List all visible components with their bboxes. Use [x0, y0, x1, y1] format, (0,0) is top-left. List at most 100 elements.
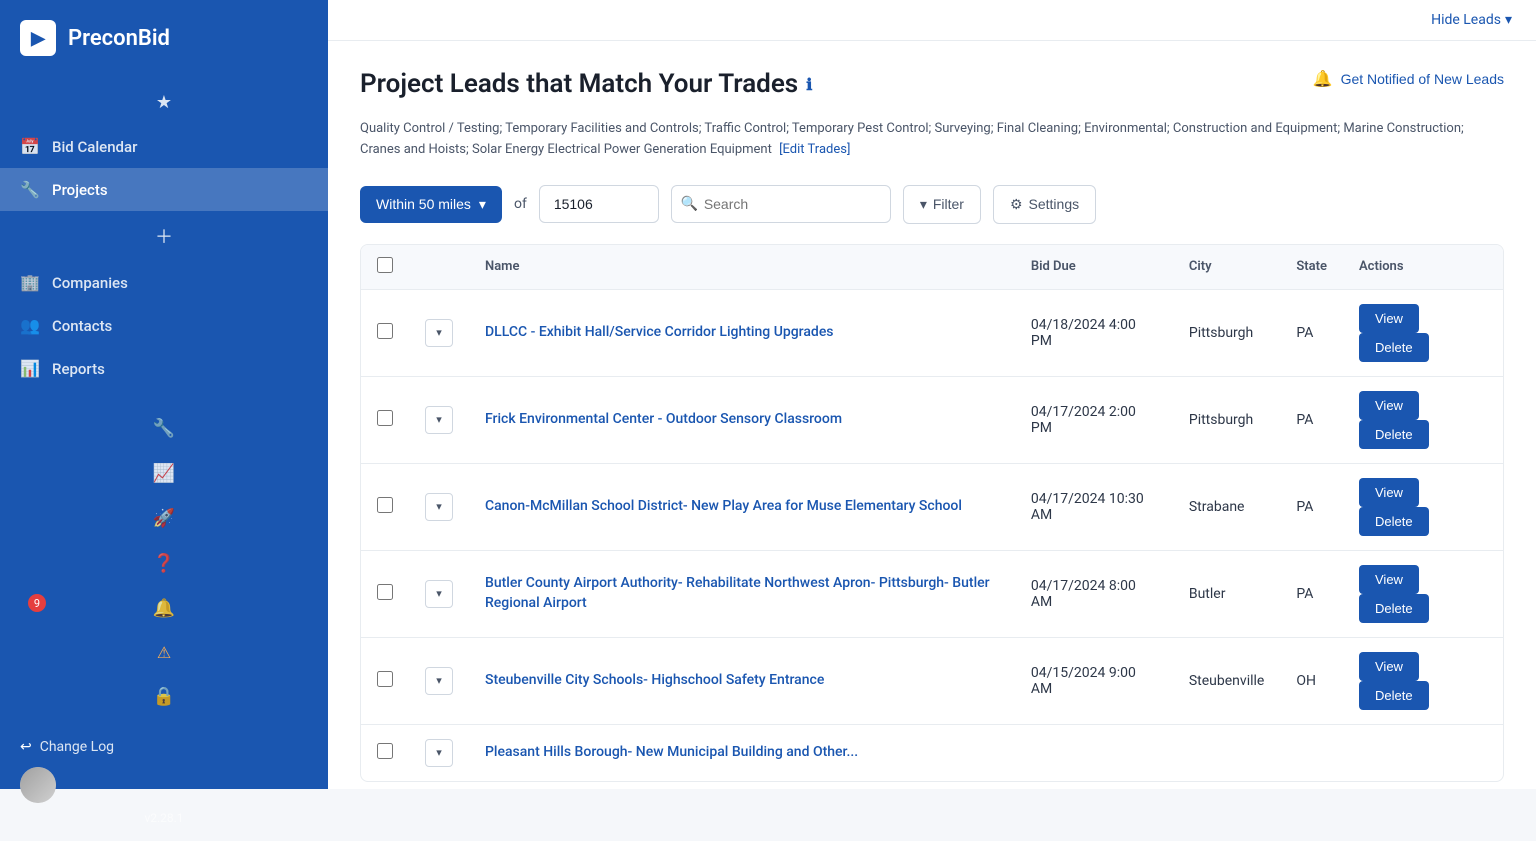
leads-table-wrap: Name Bid Due City State Actions [360, 244, 1504, 782]
table-row: ▾ Frick Environmental Center - Outdoor S… [361, 376, 1503, 463]
view-button[interactable]: View [1359, 478, 1419, 507]
delete-button[interactable]: Delete [1359, 681, 1429, 710]
row-name-cell: Pleasant Hills Borough- New Municipal Bu… [469, 724, 1015, 781]
row-checkbox[interactable] [377, 743, 393, 759]
table-row: ▾ Canon-McMillan School District- New Pl… [361, 463, 1503, 550]
row-name-link[interactable]: Frick Environmental Center - Outdoor Sen… [485, 411, 842, 427]
sidebar-item-favorites[interactable]: ★ [0, 80, 328, 125]
trades-description: Quality Control / Testing; Temporary Fac… [360, 119, 1504, 161]
row-state-cell: PA [1280, 463, 1343, 550]
settings-button[interactable]: ⚙ Settings [993, 185, 1096, 224]
row-checkbox-cell [361, 289, 409, 376]
help-icon: ❓ [153, 553, 175, 574]
edit-trades-link[interactable]: [Edit Trades] [779, 142, 850, 157]
sidebar-item-companies[interactable]: 🏢 Companies [0, 261, 328, 304]
sidebar-item-label: Projects [52, 181, 108, 199]
tool-icon: 🔧 [153, 418, 175, 439]
row-expand-button[interactable]: ▾ [425, 493, 453, 521]
select-all-checkbox[interactable] [377, 257, 393, 273]
row-expand-button[interactable]: ▾ [425, 406, 453, 434]
app-logo: ▶ [20, 20, 56, 56]
header-expand-col [409, 245, 469, 290]
distance-label: Within 50 miles [376, 196, 471, 212]
row-expand-cell: ▾ [409, 550, 469, 637]
sidebar-footer: ↩ Change Log v2.28.1 [0, 727, 328, 841]
search-wrap: 🔍 [671, 185, 891, 223]
row-checkbox[interactable] [377, 497, 393, 513]
calendar-icon: 📅 [20, 137, 40, 156]
row-name-link[interactable]: Butler County Airport Authority- Rehabil… [485, 575, 990, 611]
warning-icon: ⚠ [157, 643, 171, 662]
row-city-cell: Pittsburgh [1173, 289, 1280, 376]
notify-bell-icon: 🔔 [1313, 69, 1333, 89]
sidebar-item-tool[interactable]: 🔧 [0, 406, 328, 451]
row-city-cell: Pittsburgh [1173, 376, 1280, 463]
row-expand-button[interactable]: ▾ [425, 580, 453, 608]
info-icon[interactable]: ℹ [806, 75, 812, 94]
sidebar-item-bid-calendar[interactable]: 📅 Bid Calendar [0, 125, 328, 168]
row-name-link[interactable]: Steubenville City Schools- Highschool Sa… [485, 672, 824, 688]
settings-label: Settings [1029, 196, 1080, 212]
page-header: Project Leads that Match Your Trades ℹ 🔔… [360, 69, 1504, 99]
notify-button[interactable]: 🔔 Get Notified of New Leads [1313, 69, 1504, 89]
row-state-cell: OH [1280, 637, 1343, 724]
row-city-cell [1173, 724, 1280, 781]
delete-button[interactable]: Delete [1359, 594, 1429, 623]
row-checkbox[interactable] [377, 323, 393, 339]
row-checkbox[interactable] [377, 671, 393, 687]
sidebar-item-warning[interactable]: ⚠ [0, 631, 328, 674]
row-name-cell: Frick Environmental Center - Outdoor Sen… [469, 376, 1015, 463]
sidebar-item-notifications[interactable]: 🔔 9 [0, 586, 328, 631]
delete-button[interactable]: Delete [1359, 507, 1429, 536]
sidebar-item-projects[interactable]: 🔧 Projects [0, 168, 328, 211]
zip-input[interactable] [539, 185, 659, 223]
sidebar-item-analytics[interactable]: 📈 [0, 451, 328, 496]
row-actions-cell: ViewDelete [1343, 289, 1503, 376]
page-title: Project Leads that Match Your Trades ℹ [360, 69, 812, 99]
change-log-item[interactable]: ↩ Change Log [20, 739, 308, 755]
chevron-down-icon: ▾ [1505, 12, 1512, 28]
row-state-cell: PA [1280, 376, 1343, 463]
hide-leads-button[interactable]: Hide Leads ▾ [1431, 12, 1512, 28]
sidebar-item-label: Companies [52, 274, 128, 292]
contacts-icon: 👥 [20, 316, 40, 335]
row-checkbox[interactable] [377, 410, 393, 426]
delete-button[interactable]: Delete [1359, 333, 1429, 362]
table-row: ▾ Steubenville City Schools- Highschool … [361, 637, 1503, 724]
version-label: v2.28.1 [20, 811, 308, 825]
row-name-link[interactable]: Pleasant Hills Borough- New Municipal Bu… [485, 744, 858, 760]
row-state-cell: PA [1280, 550, 1343, 637]
search-input[interactable] [671, 185, 891, 223]
sidebar-item-reports[interactable]: 📊 Reports [0, 347, 328, 390]
page-title-text: Project Leads that Match Your Trades [360, 69, 798, 99]
sidebar-item-add[interactable]: ＋ [0, 211, 328, 261]
view-button[interactable]: View [1359, 304, 1419, 333]
row-checkbox-cell [361, 637, 409, 724]
sidebar-item-contacts[interactable]: 👥 Contacts [0, 304, 328, 347]
avatar[interactable] [20, 767, 56, 803]
row-expand-button[interactable]: ▾ [425, 319, 453, 347]
row-bid-due-cell: 04/17/2024 8:00 AM [1015, 550, 1173, 637]
row-expand-button[interactable]: ▾ [425, 739, 453, 767]
view-button[interactable]: View [1359, 391, 1419, 420]
view-button[interactable]: View [1359, 565, 1419, 594]
app-brand: PreconBid [68, 26, 170, 51]
filter-button[interactable]: ▾ Filter [903, 185, 981, 224]
sidebar-item-rocket[interactable]: 🚀 [0, 496, 328, 541]
row-name-link[interactable]: Canon-McMillan School District- New Play… [485, 498, 962, 514]
row-name-link[interactable]: DLLCC - Exhibit Hall/Service Corridor Li… [485, 324, 834, 340]
sidebar-header: ▶ PreconBid [0, 0, 328, 72]
view-button[interactable]: View [1359, 652, 1419, 681]
search-icon: 🔍 [681, 196, 698, 212]
distance-filter-button[interactable]: Within 50 miles ▾ [360, 186, 502, 223]
row-checkbox[interactable] [377, 584, 393, 600]
sidebar-item-lock[interactable]: 🔒 [0, 674, 328, 719]
row-expand-cell: ▾ [409, 637, 469, 724]
delete-button[interactable]: Delete [1359, 420, 1429, 449]
row-expand-button[interactable]: ▾ [425, 667, 453, 695]
change-log-label: Change Log [40, 739, 114, 755]
row-actions-cell [1343, 724, 1503, 781]
row-checkbox-cell [361, 463, 409, 550]
sidebar-item-help[interactable]: ❓ [0, 541, 328, 586]
analytics-icon: 📈 [153, 463, 175, 484]
